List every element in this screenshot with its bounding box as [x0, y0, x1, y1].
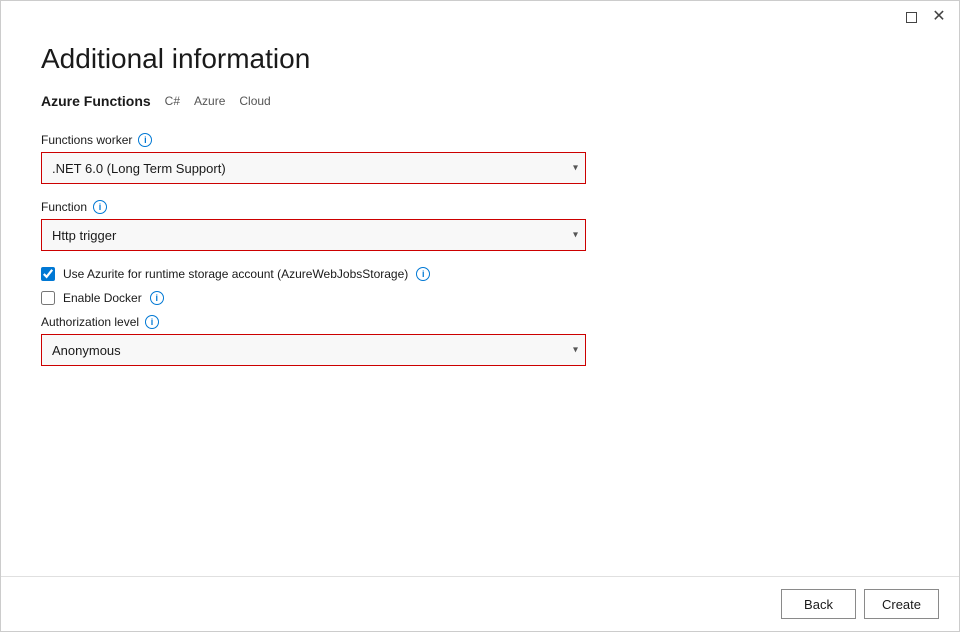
functions-worker-select-wrapper: .NET 6.0 (Long Term Support) .NET 7.0 .N…: [41, 152, 586, 184]
close-icon: ✕: [932, 9, 945, 25]
authorization-level-select[interactable]: Anonymous Function Admin: [41, 334, 586, 366]
use-azurite-row: Use Azurite for runtime storage account …: [41, 267, 919, 281]
enable-docker-row: Enable Docker i: [41, 291, 919, 305]
maximize-button[interactable]: [903, 9, 919, 25]
authorization-level-group: Authorization level i Anonymous Function…: [41, 315, 919, 366]
back-button[interactable]: Back: [781, 589, 856, 619]
enable-docker-info-icon[interactable]: i: [150, 291, 164, 305]
functions-worker-group: Functions worker i .NET 6.0 (Long Term S…: [41, 133, 919, 184]
enable-docker-label[interactable]: Enable Docker: [63, 291, 142, 305]
dialog-window: ✕ Additional information Azure Functions…: [0, 0, 960, 632]
function-select-wrapper: Http trigger Timer trigger Queue trigger…: [41, 219, 586, 251]
function-label: Function i: [41, 200, 919, 214]
dialog-content: Additional information Azure Functions C…: [1, 33, 959, 576]
use-azurite-label[interactable]: Use Azurite for runtime storage account …: [63, 267, 408, 281]
functions-worker-label-text: Functions worker: [41, 133, 132, 147]
subtitle-tag-csharp: C#: [165, 94, 180, 108]
use-azurite-info-icon[interactable]: i: [416, 267, 430, 281]
subtitle-main: Azure Functions: [41, 93, 151, 109]
create-button[interactable]: Create: [864, 589, 939, 619]
authorization-level-info-icon[interactable]: i: [145, 315, 159, 329]
functions-worker-label: Functions worker i: [41, 133, 919, 147]
functions-worker-select[interactable]: .NET 6.0 (Long Term Support) .NET 7.0 .N…: [41, 152, 586, 184]
title-bar: ✕: [1, 1, 959, 33]
close-button[interactable]: ✕: [931, 9, 947, 25]
function-info-icon[interactable]: i: [93, 200, 107, 214]
maximize-icon: [906, 12, 917, 23]
subtitle-row: Azure Functions C# Azure Cloud: [41, 93, 919, 109]
subtitle-tag-azure: Azure: [194, 94, 225, 108]
enable-docker-checkbox[interactable]: [41, 291, 55, 305]
functions-worker-info-icon[interactable]: i: [138, 133, 152, 147]
use-azurite-checkbox[interactable]: [41, 267, 55, 281]
authorization-level-label: Authorization level i: [41, 315, 919, 329]
authorization-level-select-wrapper: Anonymous Function Admin ▾: [41, 334, 586, 366]
function-label-text: Function: [41, 200, 87, 214]
function-group: Function i Http trigger Timer trigger Qu…: [41, 200, 919, 251]
function-select[interactable]: Http trigger Timer trigger Queue trigger: [41, 219, 586, 251]
subtitle-tag-cloud: Cloud: [239, 94, 270, 108]
page-title: Additional information: [41, 43, 919, 75]
authorization-level-label-text: Authorization level: [41, 315, 139, 329]
dialog-footer: Back Create: [1, 576, 959, 631]
